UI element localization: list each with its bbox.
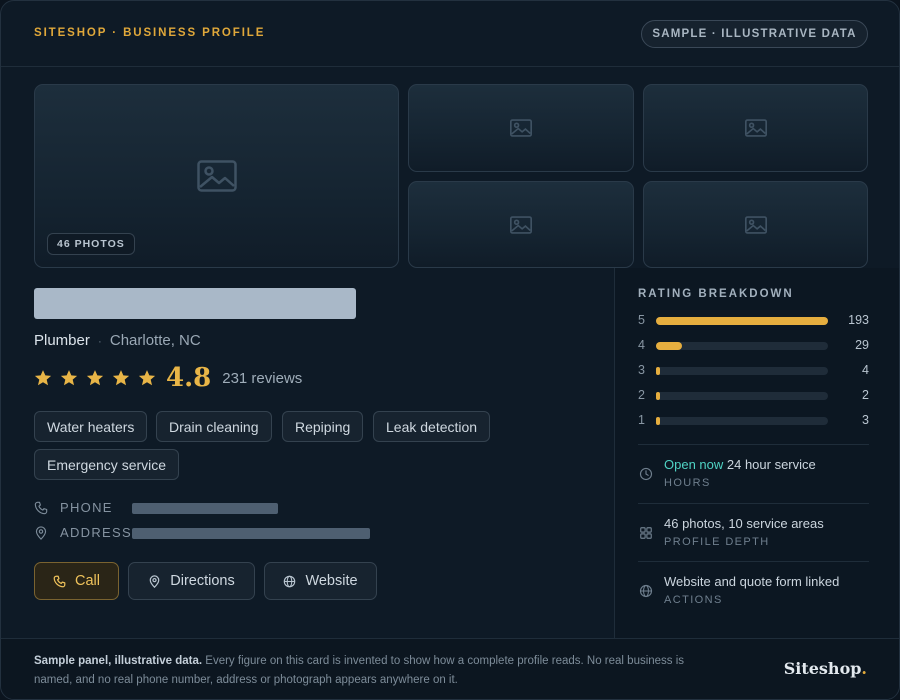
map-pin-icon [35, 525, 47, 540]
directions-button[interactable]: Directions [128, 562, 255, 600]
rating-bar-track [656, 392, 828, 400]
footer-brand-dot: . [861, 659, 867, 678]
rating-summary: 4.8 231 reviews [34, 361, 302, 395]
rating-bar-track [656, 417, 828, 425]
rating-bar-fill [656, 342, 682, 350]
rating-breakdown-row: 22 [638, 388, 869, 404]
review-count[interactable]: 231 reviews [222, 370, 302, 387]
rating-breakdown-row: 13 [638, 413, 869, 429]
rating-breakdown-row: 5 193 [638, 313, 869, 329]
star-icon [86, 370, 104, 386]
image-placeholder-icon [196, 160, 237, 192]
address-label: ADDRESS [60, 525, 132, 540]
rating-star-level: 1 [638, 413, 645, 427]
service-tag[interactable]: Leak detection [373, 411, 491, 442]
card-header: SITESHOP · BUSINESS PROFILE SAMPLE · ILL… [1, 1, 899, 67]
gallery-photo[interactable] [643, 181, 868, 268]
gallery-photo[interactable] [408, 181, 634, 268]
service-tag[interactable]: Water heaters [34, 411, 148, 442]
website-label: Website [305, 573, 358, 589]
rating-count: 2 [862, 388, 869, 402]
business-location: Charlotte, NC [109, 332, 201, 349]
hours-label: HOURS [664, 477, 711, 489]
rating-bar-fill [656, 367, 661, 375]
image-placeholder-icon [744, 215, 767, 234]
rating-star-level: 5 [638, 313, 645, 327]
business-profile-card: SITESHOP · BUSINESS PROFILE SAMPLE · ILL… [0, 0, 900, 700]
photo-count-badge[interactable]: 46 PHOTOS [47, 233, 135, 255]
image-placeholder-icon [744, 119, 767, 137]
website-button[interactable]: Website [264, 562, 377, 600]
rating-bar-fill [656, 317, 828, 325]
rating-bar-track [656, 342, 828, 350]
card-footer: Sample panel, illustrative data. Every f… [1, 638, 899, 699]
phone-icon [53, 575, 66, 587]
rating-star-level: 3 [638, 363, 645, 377]
actions-item: Website and quote form linked ACTIONS [638, 561, 869, 620]
rating-bar-fill [656, 392, 661, 400]
call-label: Call [75, 573, 100, 589]
sample-badge: SAMPLE · ILLUSTRATIVE DATA [641, 20, 868, 48]
phone-icon [34, 501, 48, 514]
rating-star-level: 2 [638, 388, 645, 402]
rating-breakdown-title: RATING BREAKDOWN [638, 288, 794, 300]
star-icon [34, 370, 52, 386]
business-category: Plumber [34, 332, 90, 349]
grid-icon [640, 527, 652, 539]
meta-separator: · [97, 333, 102, 348]
business-meta: Plumber · Charlotte, NC [34, 332, 201, 349]
hours-detail: 24 hour service [723, 457, 816, 472]
gallery-photo[interactable] [643, 84, 868, 172]
footer-lead: Sample panel, illustrative data. [34, 655, 203, 667]
rating-bar-track [656, 317, 828, 325]
hours-item: Open now 24 hour service HOURS [638, 444, 869, 503]
map-pin-icon [149, 574, 160, 588]
profile-depth-item: 46 photos, 10 service areas PROFILE DEPT… [638, 503, 869, 562]
hours-text: Open now 24 hour service [664, 457, 816, 472]
gallery-photo[interactable] [408, 84, 634, 172]
rating-breakdown-row: 34 [638, 363, 869, 379]
star-icon [112, 370, 130, 386]
profile-depth-text: 46 photos, 10 service areas [664, 516, 824, 531]
rating-bar-track [656, 367, 828, 375]
address-row: ADDRESS [34, 525, 132, 540]
rating-score: 4.8 [166, 363, 212, 393]
rating-breakdown-panel: RATING BREAKDOWN 5 193 4 29 3 4 2 2 1 3 Open now … [614, 268, 899, 638]
footer-brand-logo: Siteshop. [784, 659, 867, 678]
globe-icon [284, 575, 296, 587]
call-button[interactable]: Call [34, 562, 119, 600]
rating-count: 3 [862, 413, 869, 427]
phone-redacted [132, 503, 278, 514]
profile-depth-label: PROFILE DEPTH [664, 536, 770, 548]
footer-brand-name: Siteshop [783, 659, 862, 678]
rating-count: 29 [855, 338, 869, 352]
phone-row: PHONE [34, 500, 113, 515]
phone-label: PHONE [60, 500, 113, 515]
service-tag[interactable]: Repiping [282, 411, 364, 442]
service-tag[interactable]: Emergency service [34, 449, 180, 480]
footer-disclaimer: Sample panel, illustrative data. Every f… [34, 652, 724, 690]
main-photo[interactable]: 46 PHOTOS [34, 84, 399, 268]
service-tag[interactable]: Drain cleaning [156, 411, 272, 442]
actions-label: ACTIONS [664, 594, 723, 606]
rating-star-level: 4 [638, 338, 645, 352]
open-status: Open now [664, 457, 724, 472]
rating-count: 4 [862, 363, 869, 377]
image-placeholder-icon [510, 215, 532, 234]
rating-breakdown-row: 4 29 [638, 338, 869, 354]
image-placeholder-icon [510, 119, 532, 137]
globe-icon [639, 584, 653, 598]
rating-bar-fill [656, 417, 661, 425]
brand-eyebrow: SITESHOP · BUSINESS PROFILE [34, 27, 266, 39]
star-icon [60, 370, 78, 386]
star-icon [138, 370, 156, 386]
rating-count: 193 [848, 313, 869, 327]
directions-label: Directions [170, 573, 235, 589]
address-redacted [132, 528, 370, 539]
business-name-redacted [34, 288, 356, 319]
clock-icon [639, 467, 653, 481]
actions-text: Website and quote form linked [664, 574, 840, 589]
